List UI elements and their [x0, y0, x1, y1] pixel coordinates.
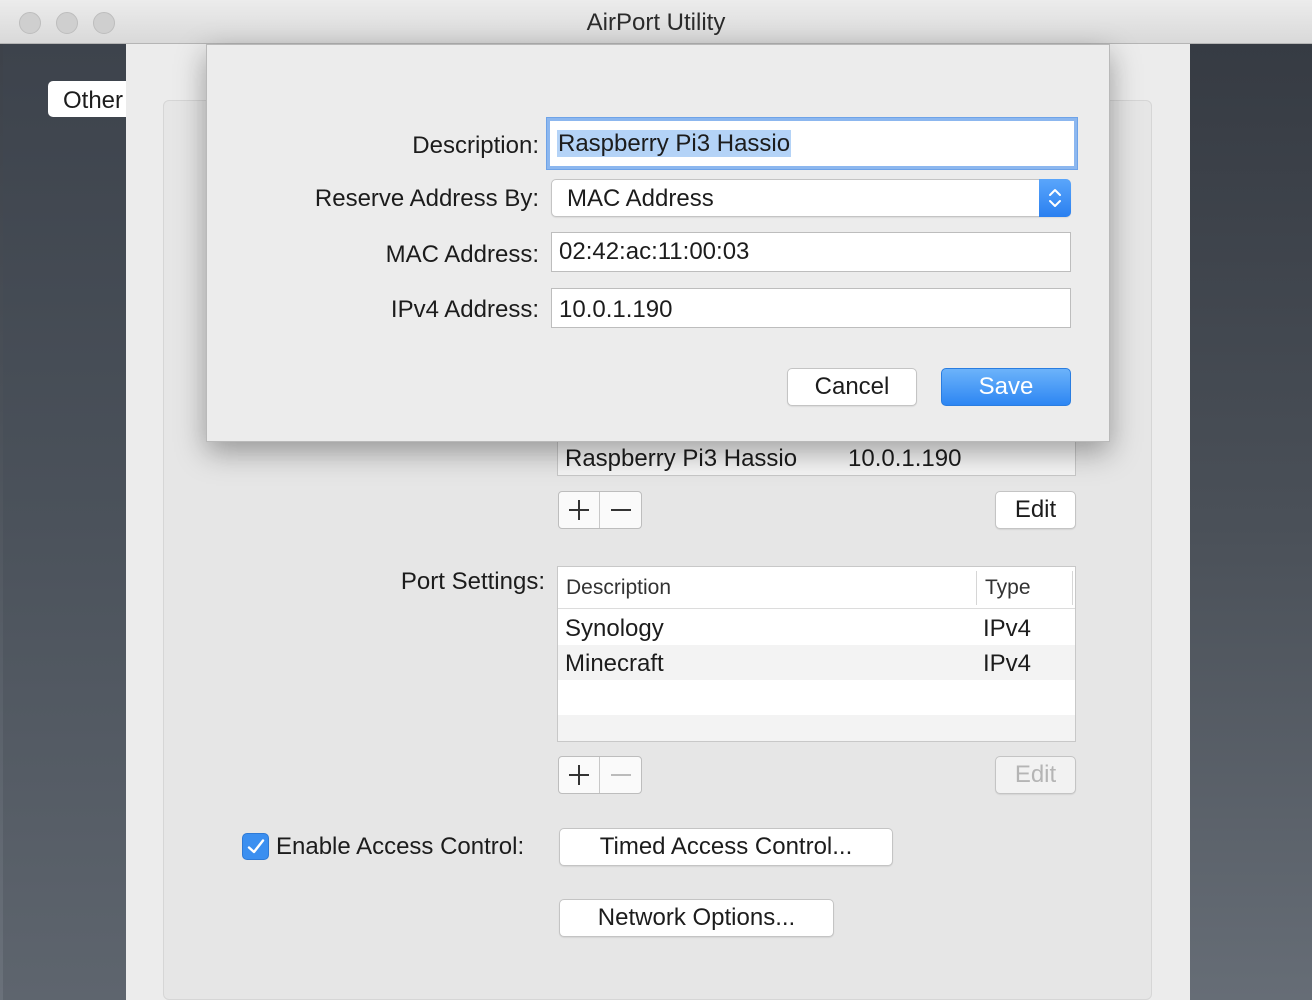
reservation-dialog: Description: Raspberry Pi3 Hassio Reserv…	[206, 44, 1110, 442]
enable-access-control-label[interactable]: Enable Access Control:	[276, 833, 540, 861]
port-settings-label: Port Settings:	[400, 568, 545, 595]
reserve-by-popup[interactable]: MAC Address	[551, 179, 1071, 217]
ipv4-address-field[interactable]: 10.0.1.190	[551, 288, 1071, 328]
plus-icon	[569, 765, 589, 785]
port-settings-table[interactable]: Description Type Synology IPv4 Minecraft…	[557, 566, 1076, 742]
reservation-description: Raspberry Pi3 Hassio	[565, 445, 798, 472]
column-header-type[interactable]: Type	[985, 576, 1031, 600]
mac-address-field[interactable]: 02:42:ac:11:00:03	[551, 232, 1071, 272]
minus-icon	[610, 509, 631, 511]
ipv4-address-label: IPv4 Address:	[390, 296, 539, 323]
up-down-chevron-icon	[1049, 189, 1061, 207]
row-type: IPv4	[983, 615, 1032, 642]
minus-icon	[610, 774, 631, 776]
row-description: Synology	[565, 615, 664, 642]
cancel-button[interactable]: Cancel	[787, 368, 917, 406]
description-value: Raspberry Pi3 Hassio	[557, 130, 792, 157]
reservation-address: 10.0.1.190	[848, 445, 962, 472]
reservation-add-remove	[558, 491, 642, 529]
add-reservation-button[interactable]	[559, 492, 601, 528]
column-divider	[976, 571, 977, 605]
reserve-by-value: MAC Address	[567, 185, 714, 212]
title-bar: AirPort Utility	[0, 0, 1312, 44]
popup-arrows	[1039, 179, 1071, 217]
row-description: Minecraft	[565, 650, 664, 677]
column-header-description[interactable]: Description	[566, 576, 671, 600]
edit-reservation-button[interactable]: Edit	[995, 491, 1076, 529]
description-field[interactable]: Raspberry Pi3 Hassio	[547, 118, 1077, 169]
network-options-button[interactable]: Network Options...	[559, 899, 834, 937]
empty-row	[558, 680, 1075, 715]
description-label: Description:	[412, 132, 539, 159]
column-divider	[1072, 571, 1073, 605]
table-header: Description Type	[558, 567, 1075, 609]
window-title: AirPort Utility	[586, 9, 726, 36]
timed-access-control-button[interactable]: Timed Access Control...	[559, 828, 893, 866]
table-row[interactable]: Synology IPv4	[558, 610, 1075, 645]
other-button[interactable]: Other	[48, 81, 134, 117]
background-window-left	[3, 44, 126, 1000]
edit-port-button[interactable]: Edit	[995, 756, 1076, 794]
enable-access-control-checkbox[interactable]	[242, 833, 269, 860]
port-add-remove	[558, 756, 642, 794]
remove-port-button[interactable]	[600, 757, 641, 793]
row-type: IPv4	[983, 650, 1032, 677]
background-window-right	[1190, 44, 1312, 1000]
save-button[interactable]: Save	[941, 368, 1071, 406]
add-port-button[interactable]	[559, 757, 601, 793]
plus-icon	[569, 500, 589, 520]
table-row[interactable]: Minecraft IPv4	[558, 645, 1075, 680]
remove-reservation-button[interactable]	[600, 492, 641, 528]
checkmark-icon	[247, 839, 265, 854]
dhcp-reservation-list[interactable]: Raspberry Pi3 Hassio 10.0.1.190	[557, 440, 1076, 476]
mac-address-label: MAC Address:	[385, 241, 539, 268]
empty-row	[558, 715, 1075, 741]
reserve-by-label: Reserve Address By:	[314, 185, 539, 212]
